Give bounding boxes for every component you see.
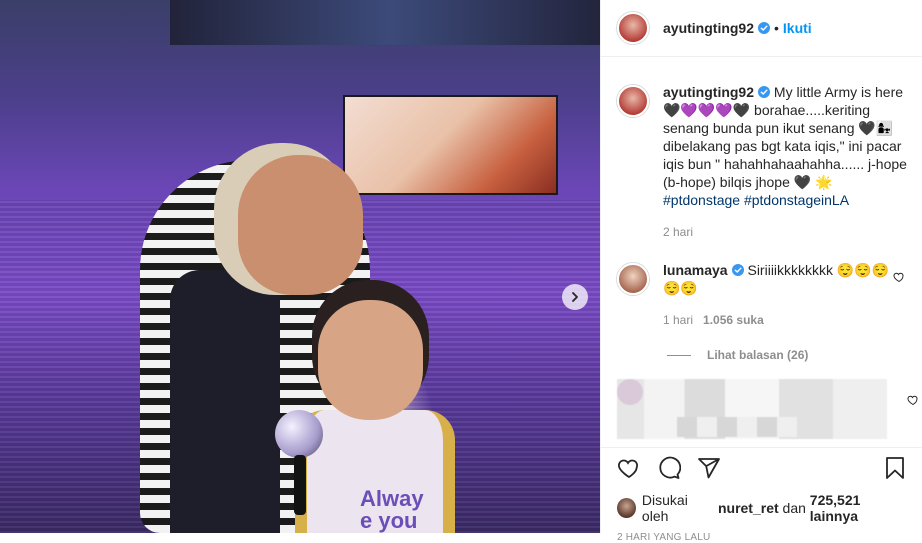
caption-body: ayutingting92 My little Army is here 🖤💜💜… — [663, 83, 909, 241]
liker-avatar[interactable] — [617, 498, 636, 518]
heart-icon — [618, 459, 638, 479]
follow-button[interactable]: Ikuti — [783, 20, 812, 36]
view-replies-button[interactable]: Lihat balasan (26) — [667, 348, 808, 362]
comment-time[interactable]: 1 hari — [663, 313, 693, 327]
comment: lunamaya Siriiiikkkkkkkk 😌😌😌 😌😌 1 hari 1.… — [617, 261, 909, 329]
verified-icon — [758, 22, 771, 34]
next-photo-button[interactable] — [562, 284, 588, 310]
vest — [170, 270, 280, 533]
instagram-post: Alway e you ayutingting92 • Ikuti ayuting… — [0, 0, 922, 543]
comment-icon — [659, 456, 682, 479]
separator-dot: • — [774, 20, 779, 36]
caption-time: 2 hari — [663, 223, 909, 241]
stadium-screens — [170, 0, 600, 45]
comment-button[interactable] — [657, 456, 682, 480]
heart-icon[interactable] — [907, 394, 919, 406]
post-header: ayutingting92 • Ikuti — [601, 0, 922, 57]
lightstick-handle — [294, 455, 306, 515]
action-bar: Disukai oleh nuret_ret dan 725,521 lainn… — [601, 447, 922, 543]
avatar[interactable] — [617, 85, 649, 117]
like-button[interactable] — [617, 456, 641, 480]
likes-count[interactable]: 725,521 lainnya — [810, 492, 907, 524]
comment-body: lunamaya Siriiiikkkkkkkk 😌😌😌 😌😌 1 hari 1.… — [663, 261, 893, 329]
post-date[interactable]: 2 HARI YANG LALU — [617, 532, 907, 543]
post-photo[interactable]: Alway e you — [0, 0, 600, 533]
comment-username[interactable]: lunamaya — [663, 262, 728, 278]
likes-summary: Disukai oleh nuret_ret dan 725,521 lainn… — [617, 492, 907, 524]
liker-username[interactable]: nuret_ret — [718, 500, 779, 516]
hashtag-link[interactable]: #ptdonstage — [663, 192, 740, 208]
comments-area: ayutingting92 My little Army is here 🖤💜💜… — [601, 57, 922, 447]
header-username[interactable]: ayutingting92 — [663, 20, 754, 36]
avatar[interactable] — [617, 263, 649, 295]
hashtag-link[interactable]: #ptdonstageinLA — [744, 192, 849, 208]
verified-icon — [758, 86, 771, 98]
save-button[interactable] — [883, 456, 907, 480]
woman-head — [238, 155, 363, 295]
replies-line — [667, 354, 691, 356]
likes-middle: dan — [782, 500, 806, 516]
comment-likes[interactable]: 1.056 suka — [703, 313, 764, 327]
likes-prefix: Disukai oleh — [641, 492, 688, 524]
replies-label: Lihat balasan (26) — [707, 348, 809, 362]
stage-screen — [343, 95, 558, 195]
shirt-print: Alway e you — [360, 486, 424, 533]
verified-icon — [731, 264, 744, 276]
heart-icon[interactable] — [893, 271, 905, 283]
lightstick — [275, 410, 323, 458]
bookmark-icon — [886, 457, 904, 479]
avatar[interactable] — [617, 12, 649, 44]
caption: ayutingting92 My little Army is here 🖤💜💜… — [617, 83, 909, 241]
action-icons — [617, 450, 907, 486]
chevron-right-icon — [572, 292, 578, 302]
send-icon — [698, 458, 720, 479]
blurred-comment — [617, 379, 887, 439]
caption-username[interactable]: ayutingting92 — [663, 84, 754, 100]
share-button[interactable] — [697, 456, 721, 480]
caption-timestamp[interactable]: 2 hari — [663, 225, 693, 239]
girl-head — [318, 300, 423, 420]
comment-meta: 1 hari 1.056 suka — [663, 311, 893, 329]
post-sidebar: ayutingting92 • Ikuti ayutingting92 My l… — [600, 0, 922, 543]
